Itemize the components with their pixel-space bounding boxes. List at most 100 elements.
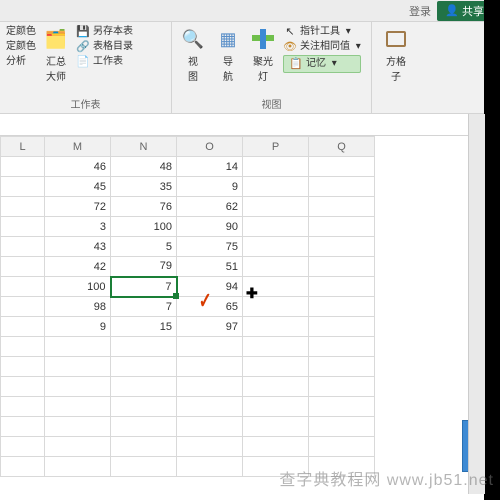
- cell[interactable]: [177, 377, 243, 397]
- cell[interactable]: [1, 237, 45, 257]
- cell[interactable]: 79: [111, 257, 177, 277]
- cell[interactable]: 42: [45, 257, 111, 277]
- opt-color2[interactable]: 定颜色: [6, 40, 36, 54]
- cell[interactable]: [243, 337, 309, 357]
- cell[interactable]: [309, 217, 375, 237]
- table-row[interactable]: [1, 397, 375, 417]
- table-toc-button[interactable]: 🔗 表格目录: [76, 40, 133, 54]
- worksheet-grid[interactable]: L M N O P Q 4648144535972766231009043575…: [0, 136, 500, 477]
- cell[interactable]: [309, 257, 375, 277]
- cell[interactable]: [309, 237, 375, 257]
- cell[interactable]: [309, 337, 375, 357]
- table-row[interactable]: [1, 417, 375, 437]
- cell[interactable]: [177, 417, 243, 437]
- cell[interactable]: 15: [111, 317, 177, 337]
- cell[interactable]: [243, 257, 309, 277]
- cell[interactable]: 90: [177, 217, 243, 237]
- table-row[interactable]: 45359: [1, 177, 375, 197]
- cell[interactable]: [309, 437, 375, 457]
- cell[interactable]: [243, 397, 309, 417]
- table-row[interactable]: 727662: [1, 197, 375, 217]
- cell[interactable]: [309, 317, 375, 337]
- cell[interactable]: [111, 417, 177, 437]
- cell[interactable]: [177, 457, 243, 477]
- view-button[interactable]: 🔍 视 图: [178, 25, 208, 85]
- opt-analyze[interactable]: 分析: [6, 55, 36, 69]
- cell[interactable]: [243, 377, 309, 397]
- cell[interactable]: [309, 177, 375, 197]
- fill-handle[interactable]: [173, 293, 179, 299]
- cell[interactable]: [1, 277, 45, 297]
- cell[interactable]: [1, 397, 45, 417]
- cell[interactable]: [111, 357, 177, 377]
- cell[interactable]: [243, 157, 309, 177]
- col-N[interactable]: N: [111, 137, 177, 157]
- cell[interactable]: [309, 277, 375, 297]
- save-as-table-button[interactable]: 💾 另存本表: [76, 25, 133, 39]
- cell[interactable]: 9: [45, 317, 111, 337]
- cell[interactable]: 46: [45, 157, 111, 177]
- cell[interactable]: [1, 437, 45, 457]
- summary-master-button[interactable]: 🗂️ 汇总 大师: [41, 25, 71, 85]
- focus-same-button[interactable]: 👁 关注相同值 ▾: [283, 40, 361, 54]
- cell[interactable]: [1, 297, 45, 317]
- cell[interactable]: [45, 437, 111, 457]
- cell[interactable]: 51: [177, 257, 243, 277]
- cell[interactable]: [243, 197, 309, 217]
- opt-color1[interactable]: 定颜色: [6, 25, 36, 39]
- cell[interactable]: [309, 157, 375, 177]
- cell[interactable]: [1, 337, 45, 357]
- cell[interactable]: 14: [177, 157, 243, 177]
- cell[interactable]: [243, 357, 309, 377]
- cell[interactable]: 100: [45, 277, 111, 297]
- cell[interactable]: [1, 197, 45, 217]
- col-Q[interactable]: Q: [309, 137, 375, 157]
- cell[interactable]: 48: [111, 157, 177, 177]
- cell[interactable]: [45, 377, 111, 397]
- cell[interactable]: 72: [45, 197, 111, 217]
- cell[interactable]: [111, 337, 177, 357]
- cell[interactable]: [1, 217, 45, 237]
- cell[interactable]: 100: [111, 217, 177, 237]
- cell[interactable]: [1, 317, 45, 337]
- table-row[interactable]: 98765: [1, 297, 375, 317]
- table-row[interactable]: [1, 377, 375, 397]
- table-row[interactable]: 100794: [1, 277, 375, 297]
- cell[interactable]: 76: [111, 197, 177, 217]
- formula-bar[interactable]: [0, 114, 500, 136]
- cell[interactable]: 98: [45, 297, 111, 317]
- cell[interactable]: [45, 357, 111, 377]
- cell[interactable]: 75: [177, 237, 243, 257]
- cell[interactable]: [243, 437, 309, 457]
- table-row[interactable]: [1, 337, 375, 357]
- cell[interactable]: [309, 377, 375, 397]
- cell[interactable]: [177, 397, 243, 417]
- table-row[interactable]: 427951: [1, 257, 375, 277]
- cell[interactable]: [309, 357, 375, 377]
- cell[interactable]: 3: [45, 217, 111, 237]
- nav-button[interactable]: ▦ 导 航: [213, 25, 243, 85]
- cell[interactable]: [111, 457, 177, 477]
- cell[interactable]: 94: [177, 277, 243, 297]
- cell[interactable]: [45, 457, 111, 477]
- cell[interactable]: [309, 297, 375, 317]
- cell[interactable]: [1, 417, 45, 437]
- cell[interactable]: [1, 177, 45, 197]
- cell[interactable]: 5: [111, 237, 177, 257]
- cell[interactable]: [243, 317, 309, 337]
- cell[interactable]: [243, 297, 309, 317]
- cell[interactable]: [243, 417, 309, 437]
- cell[interactable]: [111, 397, 177, 417]
- cell[interactable]: [1, 377, 45, 397]
- cell[interactable]: [1, 257, 45, 277]
- cell[interactable]: [111, 377, 177, 397]
- cell[interactable]: [111, 437, 177, 457]
- cell[interactable]: [1, 157, 45, 177]
- cell[interactable]: 35: [111, 177, 177, 197]
- cell[interactable]: 65: [177, 297, 243, 317]
- table-row[interactable]: 464814: [1, 157, 375, 177]
- cell[interactable]: [243, 277, 309, 297]
- col-L[interactable]: L: [1, 137, 45, 157]
- col-O[interactable]: O: [177, 137, 243, 157]
- table-row[interactable]: [1, 437, 375, 457]
